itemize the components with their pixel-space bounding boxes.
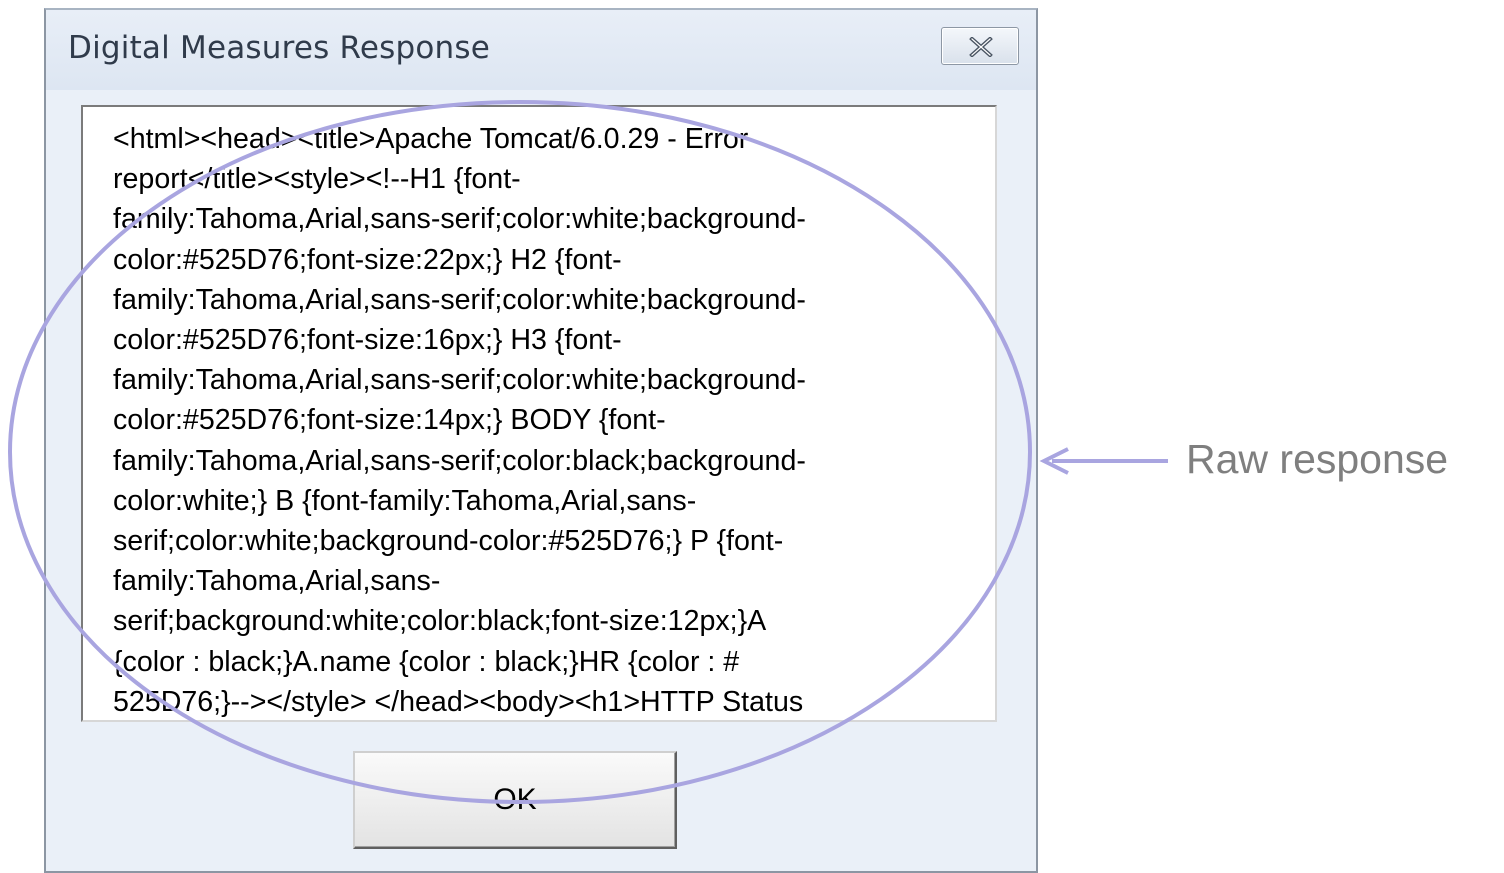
screenshot-stage: Digital Measures Response <html><head><t… bbox=[0, 0, 1504, 873]
raw-response-annotation-label: Raw response bbox=[1186, 436, 1449, 482]
highlight-ellipse bbox=[8, 100, 1032, 804]
